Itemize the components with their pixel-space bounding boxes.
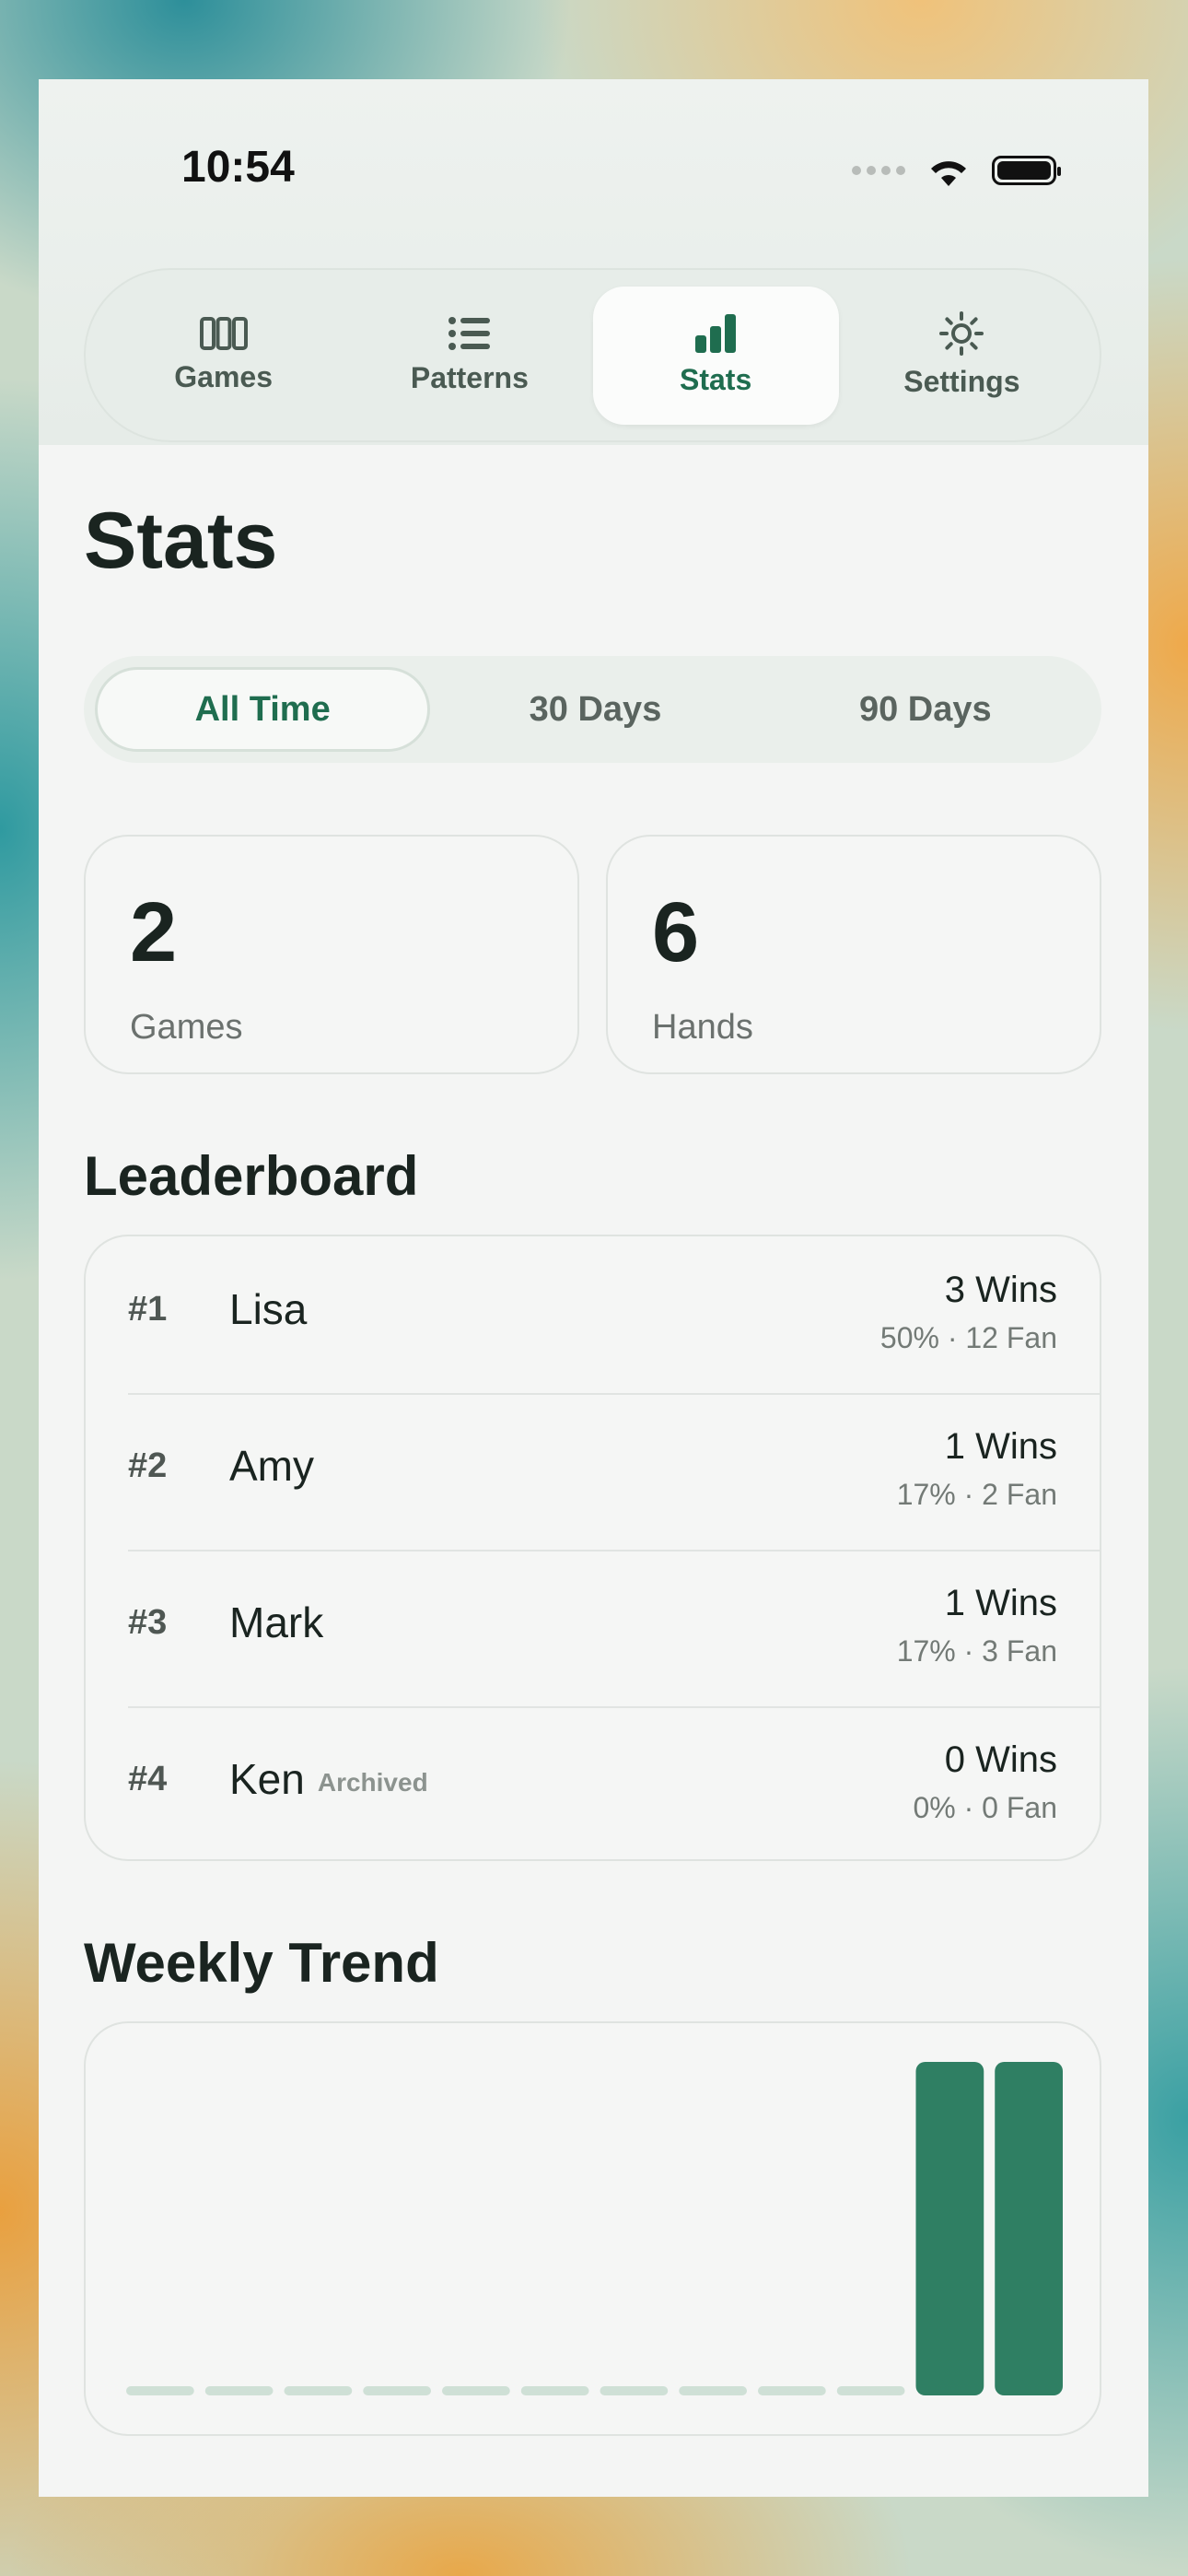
trend-bar: [600, 2386, 669, 2395]
tab-stats[interactable]: Stats: [592, 286, 839, 425]
tab-patterns[interactable]: Patterns: [346, 287, 592, 425]
trend-bar: [758, 2386, 826, 2395]
phone-screen: 10:54 Games Patterns Stats Settings Stat…: [39, 79, 1148, 2497]
player-name: Ken Archived: [229, 1755, 428, 1803]
tab-games-label: Games: [174, 360, 273, 393]
battery-icon: [992, 156, 1061, 185]
leaderboard-card: #1 Lisa 3 Wins 50% · 12 Fan #2 Amy 1 Win…: [84, 1235, 1101, 1861]
wins: 0 Wins: [944, 1739, 1057, 1780]
range-30-days[interactable]: 30 Days: [430, 667, 760, 752]
player-name: Mark: [229, 1598, 324, 1646]
hands-label: Hands: [652, 1008, 753, 1047]
tab-stats-label: Stats: [680, 363, 752, 396]
trend-bar: [442, 2386, 510, 2395]
range-90-days[interactable]: 90 Days: [761, 667, 1090, 752]
gear-icon: [939, 311, 984, 356]
hands-summary-card: 6 Hands: [606, 835, 1101, 1074]
wins: 1 Wins: [944, 1426, 1057, 1467]
tab-settings-label: Settings: [903, 365, 1020, 398]
tab-patterns-label: Patterns: [410, 361, 529, 394]
columns-icon: [199, 317, 248, 350]
games-count: 2: [130, 885, 178, 979]
wifi-icon: [931, 161, 966, 186]
status-time: 10:54: [181, 143, 295, 192]
cellular-signal-icon: [852, 166, 905, 175]
rank: #4: [128, 1760, 168, 1798]
wins: 3 Wins: [944, 1270, 1057, 1310]
page-title: Stats: [84, 497, 278, 585]
player-name: Lisa: [229, 1285, 308, 1333]
leaderboard-row[interactable]: #1 Lisa 3 Wins 50% · 12 Fan: [128, 1236, 1100, 1395]
status-icons: [852, 153, 1061, 188]
tab-bar: Games Patterns Stats Settings: [84, 268, 1101, 442]
rank: #1: [128, 1290, 168, 1329]
hands-count: 6: [652, 885, 700, 979]
rank: #3: [128, 1603, 168, 1642]
rank: #2: [128, 1446, 168, 1485]
win-detail: 17% · 2 Fan: [896, 1478, 1057, 1511]
list-icon: [448, 317, 490, 350]
games-label: Games: [130, 1008, 243, 1047]
archived-badge: Archived: [317, 1767, 428, 1797]
trend-bar: [995, 2062, 1063, 2395]
trend-bar: [915, 2062, 984, 2395]
trend-bar: [126, 2386, 194, 2395]
trend-bar: [836, 2386, 905, 2395]
win-detail: 0% · 0 Fan: [913, 1791, 1057, 1824]
top-bar: 10:54 Games Patterns Stats Settings: [39, 79, 1148, 445]
tab-games[interactable]: Games: [100, 287, 346, 425]
trend-bar: [363, 2386, 431, 2395]
leaderboard-title: Leaderboard: [84, 1145, 419, 1207]
games-summary-card: 2 Games: [84, 835, 579, 1074]
weekly-trend-card: [84, 2021, 1101, 2436]
trend-bar: [284, 2386, 353, 2395]
win-detail: 17% · 3 Fan: [896, 1634, 1057, 1668]
trend-bar: [520, 2386, 589, 2395]
trend-bar: [679, 2386, 747, 2395]
win-detail: 50% · 12 Fan: [879, 1321, 1057, 1354]
leaderboard-row[interactable]: #2 Amy 1 Wins 17% · 2 Fan: [128, 1393, 1100, 1551]
leaderboard-row[interactable]: #3 Mark 1 Wins 17% · 3 Fan: [128, 1550, 1100, 1708]
range-all-time[interactable]: All Time: [95, 667, 431, 752]
range-filter: All Time 30 Days 90 Days: [84, 656, 1101, 763]
trend-bar: [204, 2386, 274, 2395]
bar-chart-icon: [695, 314, 737, 353]
wins: 1 Wins: [944, 1583, 1057, 1623]
weekly-trend-title: Weekly Trend: [84, 1932, 439, 1994]
weekly-trend-chart: [126, 2062, 1063, 2395]
leaderboard-row[interactable]: #4 Ken Archived 0 Wins 0% · 0 Fan: [128, 1706, 1100, 1863]
player-name: Amy: [229, 1442, 314, 1490]
tab-settings[interactable]: Settings: [839, 287, 1085, 425]
